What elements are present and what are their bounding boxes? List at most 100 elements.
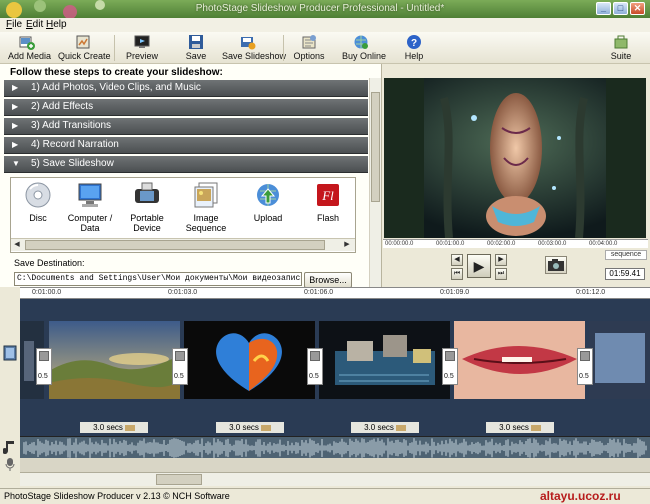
transition-icon: [310, 351, 320, 361]
landscape-thumbnail: [49, 321, 180, 399]
clip-duration[interactable]: 3.0 secs: [486, 422, 554, 433]
menu-edit[interactable]: Edit: [26, 19, 43, 30]
help-icon: ?: [407, 35, 421, 49]
collapsed-arrow-icon: ▶: [12, 121, 19, 130]
timeline-clip[interactable]: [589, 321, 650, 399]
add-media-icon: [19, 36, 35, 50]
preview-frame-image: [384, 78, 646, 238]
audio-waveform: [23, 438, 647, 458]
collapsed-arrow-icon: ▶: [12, 102, 19, 111]
status-text: PhotoStage Slideshow Producer v 2.13 © N…: [4, 491, 230, 501]
scroll-left-icon[interactable]: ◀: [11, 240, 23, 250]
transition-marker[interactable]: 0.5: [172, 348, 188, 385]
help-button[interactable]: ? Help: [402, 32, 426, 64]
save-option-disc[interactable]: Disc: [11, 181, 65, 223]
step-add-photos[interactable]: ▶ 1) Add Photos, Video Clips, and Music: [4, 80, 368, 97]
camera-icon: [548, 259, 564, 271]
expanded-arrow-icon: ▼: [12, 159, 20, 168]
save-option-computer-data[interactable]: Computer / Data: [63, 181, 117, 233]
image-sequence-icon: [194, 182, 218, 208]
scrollbar-thumb[interactable]: [371, 92, 380, 202]
step-record-narration[interactable]: ▶ 4) Record Narration: [4, 137, 368, 154]
buy-online-button[interactable]: Buy Online: [342, 32, 386, 64]
browse-button[interactable]: Browse...: [304, 272, 352, 288]
video-preview[interactable]: [384, 78, 646, 238]
floppy-disk-icon: [189, 35, 203, 49]
add-media-button[interactable]: Add Media: [8, 32, 51, 64]
save-button[interactable]: Save: [182, 32, 210, 64]
clip-duration[interactable]: 3.0 secs: [351, 422, 419, 433]
options-button[interactable]: Options: [292, 32, 326, 64]
scrollbar-thumb[interactable]: [25, 240, 325, 250]
menu-file[interactable]: File: [6, 19, 22, 30]
disc-icon: [25, 182, 51, 208]
minimize-button[interactable]: _: [596, 2, 611, 15]
timeline-clip-lips[interactable]: [454, 321, 585, 399]
save-option-flash[interactable]: Fl Flash: [301, 181, 355, 223]
collapsed-arrow-icon: ▶: [12, 83, 19, 92]
lips-thumbnail: [454, 321, 585, 399]
sequence-tab[interactable]: sequence: [605, 250, 647, 260]
suite-button[interactable]: Suite: [608, 32, 634, 64]
circuit-board-thumbnail: [319, 321, 450, 399]
save-option-upload[interactable]: Upload: [241, 181, 295, 223]
preview-button[interactable]: Preview: [124, 32, 160, 64]
heart-thumbnail: [184, 321, 315, 399]
save-options-scrollbar[interactable]: ◀ ▶: [11, 238, 355, 251]
transition-marker[interactable]: 0.5: [442, 348, 458, 385]
timeline-scrollbar[interactable]: [20, 472, 650, 486]
clip-duration[interactable]: 3.0 secs: [216, 422, 284, 433]
menu-help[interactable]: Help: [46, 19, 67, 30]
step-add-transitions[interactable]: ▶ 3) Add Transitions: [4, 118, 368, 135]
step-save-slideshow[interactable]: ▼ 5) Save Slideshow: [4, 156, 368, 173]
transition-marker[interactable]: 0.5: [36, 348, 52, 385]
title-decoration: [6, 0, 105, 18]
portable-device-icon: [135, 182, 159, 203]
save-slideshow-button[interactable]: Save Slideshow: [222, 32, 286, 64]
transition-icon: [39, 351, 49, 361]
save-slideshow-icon: [241, 37, 256, 50]
steps-scrollbar[interactable]: [369, 78, 381, 288]
save-options-list: Disc Computer / Data Portable Device Ima…: [10, 177, 356, 253]
maximize-button[interactable]: □: [613, 2, 628, 15]
music-note-icon: [3, 441, 14, 454]
transition-icon: [580, 351, 590, 361]
collapsed-arrow-icon: ▶: [12, 140, 19, 149]
save-destination-label: Save Destination:: [14, 258, 85, 268]
audio-track[interactable]: [20, 436, 650, 458]
step-forward-button[interactable]: ▶: [495, 254, 507, 266]
steps-title: Follow these steps to create your slides…: [10, 67, 223, 78]
preview-timeline[interactable]: 00:00:00.0 00:01:00.0 00:02:00.0 00:03:0…: [383, 239, 648, 248]
go-to-end-button[interactable]: ⏭: [495, 268, 507, 280]
timeline-clip-landscape[interactable]: [49, 321, 180, 399]
transition-icon: [445, 351, 455, 361]
track-icons-column: [0, 287, 20, 487]
microphone-icon: [5, 458, 15, 471]
play-button[interactable]: ▶: [467, 254, 491, 278]
scrollbar-thumb[interactable]: [156, 474, 202, 485]
step-add-effects[interactable]: ▶ 2) Add Effects: [4, 99, 368, 116]
transition-marker[interactable]: 0.5: [307, 348, 323, 385]
scroll-right-icon[interactable]: ▶: [341, 240, 353, 250]
save-option-portable-device[interactable]: Portable Device: [117, 181, 177, 233]
narration-track[interactable]: [20, 458, 650, 472]
toolbar-separator: [283, 35, 284, 61]
toolbar-separator: [114, 35, 115, 61]
toolbar: Add Media Quick Create Preview Save Save…: [0, 32, 650, 64]
transition-marker[interactable]: 0.5: [577, 348, 593, 385]
clip-duration[interactable]: 3.0 secs: [80, 422, 148, 433]
timeline-clip-circuit[interactable]: [319, 321, 450, 399]
snapshot-button[interactable]: [545, 256, 567, 274]
close-button[interactable]: ✕: [630, 2, 645, 15]
step-back-button[interactable]: ◀: [451, 254, 463, 266]
timeline-clip-heart[interactable]: [184, 321, 315, 399]
save-destination-input[interactable]: C:\Documents and Settings\User\Мои докум…: [14, 272, 302, 286]
save-option-image-sequence[interactable]: Image Sequence: [179, 181, 233, 233]
video-track: 0.5 0.5 0.5 0.5 0.5 3.0 secs 3.0 secs 3.…: [20, 299, 650, 436]
go-to-start-button[interactable]: ⏮: [451, 268, 463, 280]
preview-panel: 00:00:00.0 00:01:00.0 00:02:00.0 00:03:0…: [383, 64, 650, 287]
quick-create-button[interactable]: Quick Create: [58, 32, 111, 64]
suite-icon: [614, 35, 628, 49]
timeline-ruler[interactable]: 0:01:00.0 0:01:03.0 0:01:06.0 0:01:09.0 …: [20, 287, 650, 299]
watermark: altayu.ucoz.ru: [540, 489, 621, 503]
